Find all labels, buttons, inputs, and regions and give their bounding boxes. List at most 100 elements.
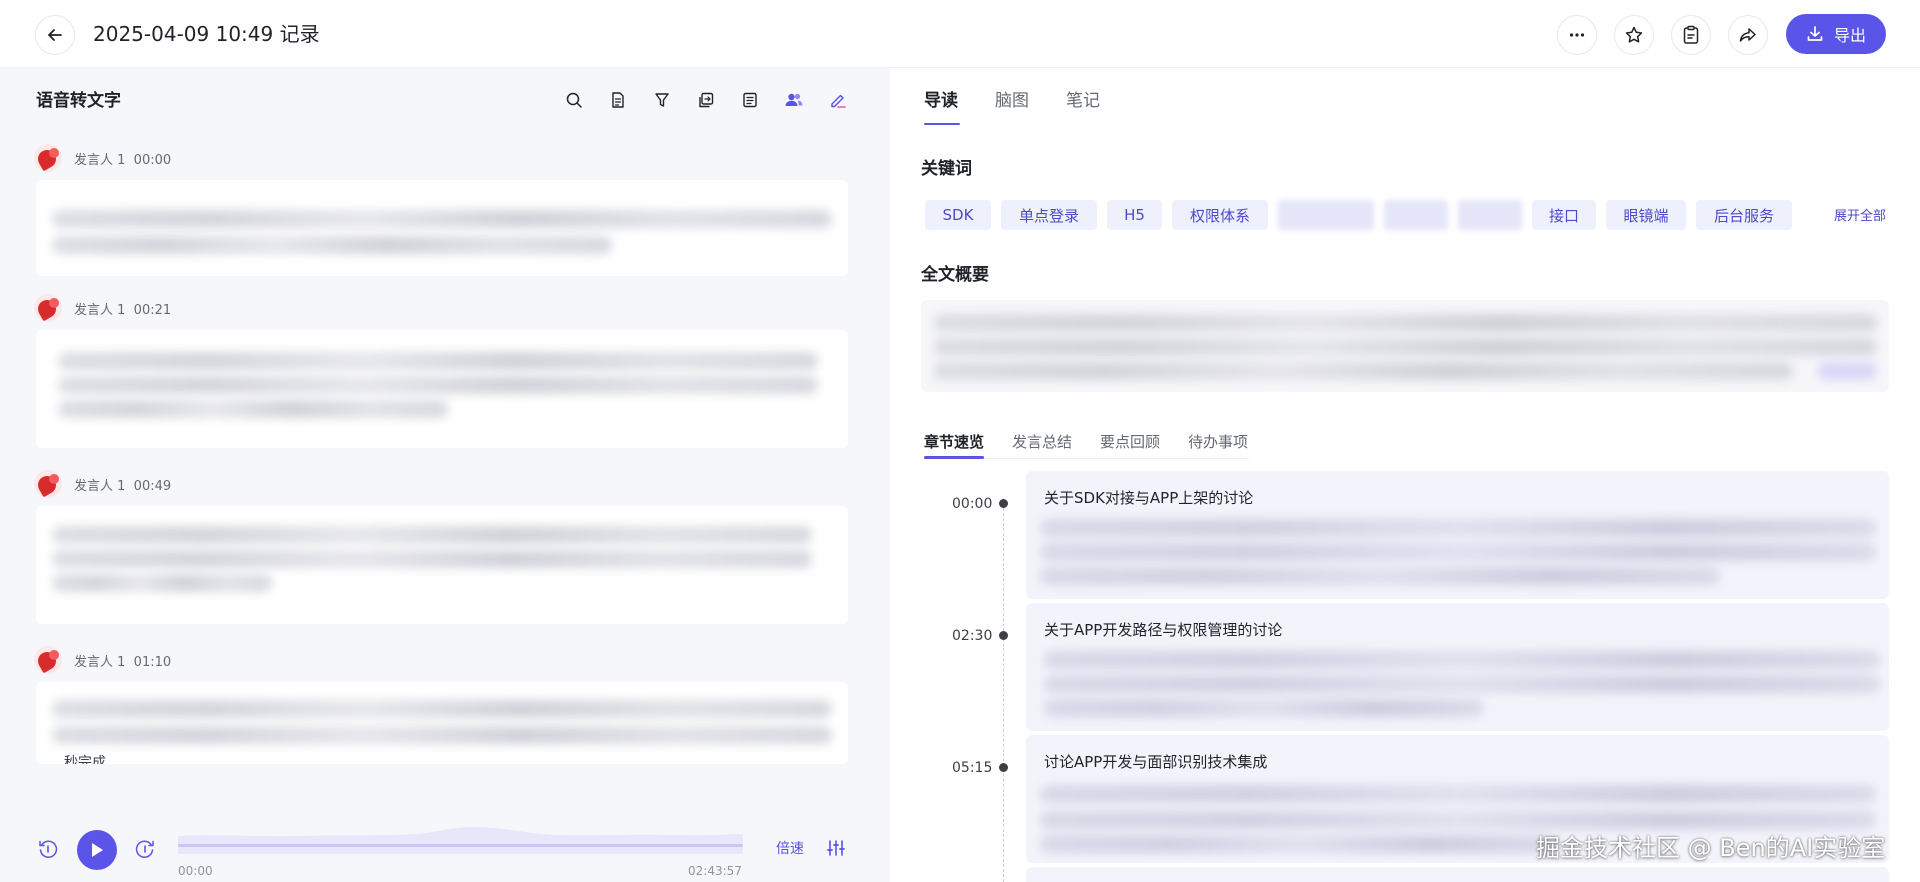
filter-tool-button[interactable]	[650, 88, 674, 112]
more-dots-icon	[1569, 33, 1585, 37]
keyword-chip-blurred[interactable]	[1278, 200, 1374, 230]
blurred-text	[1044, 699, 1484, 717]
export-button[interactable]: 导出	[1786, 14, 1886, 54]
rewind-icon[interactable]	[37, 838, 59, 860]
blurred-text	[58, 376, 818, 394]
speaker-row-4: 发言人 1 01:10	[34, 646, 171, 674]
subtab-key-points[interactable]: 要点回顾	[1100, 431, 1160, 452]
chapter-timeline	[1003, 498, 1004, 882]
play-button[interactable]	[77, 830, 117, 870]
timeline-dot	[999, 631, 1008, 640]
filter-icon	[655, 93, 669, 107]
favorite-button[interactable]	[1614, 15, 1654, 55]
blurred-text	[52, 726, 832, 744]
active-subtab-indicator	[924, 456, 984, 459]
subtab-todos[interactable]: 待办事项	[1188, 431, 1248, 452]
avatar	[34, 646, 62, 674]
copy-export-icon	[699, 92, 714, 108]
transcript-card-4[interactable]: 秒完成	[36, 682, 848, 764]
page-title: 2025-04-09 10:49 记录	[93, 22, 320, 46]
chapter-time: 05:15	[952, 760, 993, 776]
chapter-time: 00:00	[952, 496, 993, 512]
users-icon	[785, 93, 803, 106]
insight-panel: 导读 脑图 笔记 关键词 SDK 单点登录 H5 权限体系 接口 眼镜端 后台服…	[890, 68, 1920, 882]
partial-transcript-text: 秒完成	[64, 755, 106, 764]
transcript-card-2[interactable]	[36, 330, 848, 448]
speaker-label: 发言人 1 00:21	[74, 302, 172, 318]
share-icon	[1739, 28, 1756, 42]
list-doc-icon	[743, 92, 757, 108]
avatar	[34, 470, 62, 498]
export-label: 导出	[1833, 26, 1866, 45]
document-icon	[612, 92, 624, 108]
blurred-text	[933, 314, 1877, 332]
edit-pen-icon	[831, 94, 846, 108]
timeline-dot	[999, 499, 1008, 508]
keyword-chip[interactable]: H5	[1107, 200, 1162, 230]
transcript-card-1[interactable]	[36, 180, 848, 276]
blurred-text	[1040, 567, 1720, 585]
expand-all-link[interactable]: 展开全部	[1834, 205, 1886, 224]
keyword-chip[interactable]: SDK	[925, 200, 991, 230]
star-icon	[1625, 26, 1643, 43]
avatar	[34, 144, 62, 172]
speaker-row-2: 发言人 1 00:21	[34, 294, 171, 322]
share-button[interactable]	[1728, 15, 1768, 55]
blurred-text	[1040, 835, 1560, 853]
document-tool-button[interactable]	[606, 88, 630, 112]
transcript-panel: 语音转文字 发言人 1 00:00 发言人 1 00:21 发言人 1 00:4…	[0, 68, 890, 882]
keyword-chip-blurred[interactable]	[1458, 200, 1522, 230]
forward-icon[interactable]	[134, 838, 156, 860]
audio-player: 00:00 02:43:57 倍速	[0, 788, 890, 882]
keyword-chip[interactable]: 后台服务	[1696, 200, 1792, 230]
active-tab-indicator	[924, 123, 960, 125]
avatar	[34, 294, 62, 322]
watermark: 掘金技术社区 @ Ben的AI实验室	[1536, 834, 1886, 862]
blurred-text	[52, 526, 812, 544]
timeline-dot	[999, 763, 1008, 772]
audio-waveform[interactable]	[178, 824, 743, 854]
back-button[interactable]	[35, 15, 75, 55]
search-tool-button[interactable]	[562, 88, 586, 112]
summary-title: 全文概要	[921, 265, 989, 285]
copy-tool-button[interactable]	[694, 88, 718, 112]
tab-guide[interactable]: 导读	[924, 86, 958, 111]
keyword-chip[interactable]: 单点登录	[1001, 200, 1097, 230]
keyword-chip-blurred[interactable]	[1384, 200, 1448, 230]
keywords-title: 关键词	[921, 159, 972, 179]
playback-speed-button[interactable]: 倍速	[776, 838, 804, 858]
chapter-title: 关于SDK对接与APP上架的讨论	[1044, 489, 1254, 507]
subtab-speech-summary[interactable]: 发言总结	[1012, 431, 1072, 452]
blurred-text	[52, 236, 612, 254]
blurred-link	[1817, 362, 1877, 380]
blurred-text	[1040, 543, 1876, 561]
subtab-chapters[interactable]: 章节速览	[924, 431, 984, 452]
summary-content	[921, 300, 1889, 392]
chapter-card-1[interactable]: 关于SDK对接与APP上架的讨论	[1026, 471, 1889, 599]
keyword-chip[interactable]: 接口	[1532, 200, 1596, 230]
transcript-title: 语音转文字	[36, 91, 121, 111]
transcript-card-3[interactable]	[36, 506, 848, 624]
chapter-time: 02:30	[952, 628, 993, 644]
blurred-text	[1040, 785, 1876, 803]
save-button[interactable]	[1671, 15, 1711, 55]
chapter-card-4[interactable]	[1026, 867, 1889, 882]
tab-notes[interactable]: 笔记	[1066, 86, 1100, 111]
chapter-card-2[interactable]: 关于APP开发路径与权限管理的讨论	[1026, 603, 1889, 731]
keyword-chip[interactable]: 权限体系	[1172, 200, 1268, 230]
audio-settings-icon[interactable]	[826, 838, 846, 858]
speaker-tool-button[interactable]	[782, 88, 806, 112]
blurred-text	[1044, 675, 1880, 693]
current-time: 00:00	[178, 864, 213, 878]
blurred-text	[52, 700, 832, 718]
chapter-title: 关于APP开发路径与权限管理的讨论	[1044, 621, 1283, 639]
summary-tool-button[interactable]	[738, 88, 762, 112]
edit-tool-button[interactable]	[826, 88, 850, 112]
more-button[interactable]	[1557, 15, 1597, 55]
blurred-text	[1040, 811, 1876, 829]
blurred-text	[58, 352, 818, 370]
tab-mindmap[interactable]: 脑图	[995, 86, 1029, 111]
keyword-chip[interactable]: 眼镜端	[1606, 200, 1686, 230]
search-icon	[566, 92, 582, 108]
blurred-text	[1044, 651, 1880, 669]
